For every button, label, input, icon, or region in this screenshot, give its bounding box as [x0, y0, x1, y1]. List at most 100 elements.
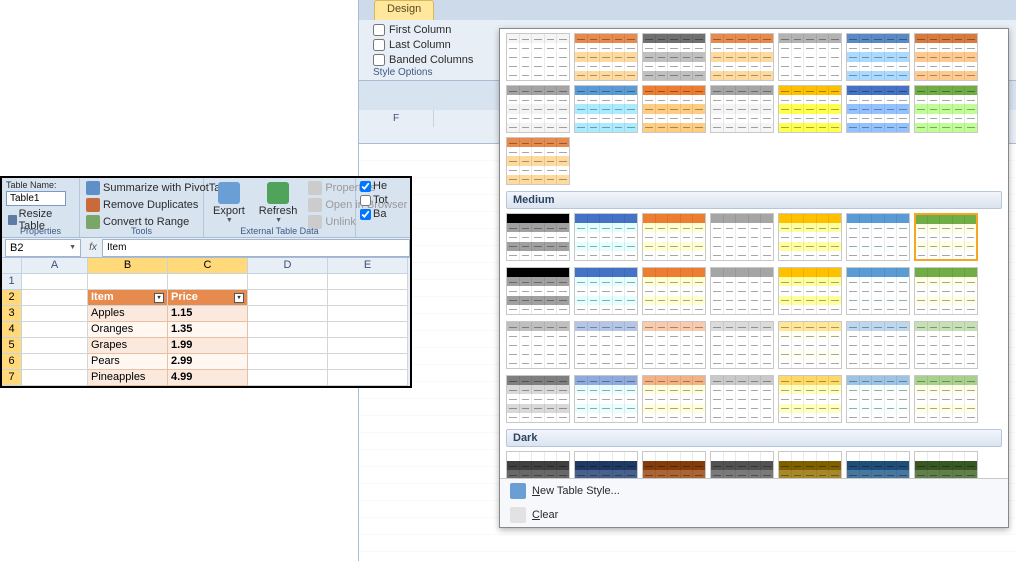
export-button[interactable]: Export▼ — [208, 180, 250, 226]
table-style-swatch[interactable] — [778, 451, 842, 478]
row-header[interactable]: 1 — [2, 274, 22, 290]
table-style-swatch[interactable] — [778, 321, 842, 369]
banded-columns-checkbox[interactable]: Banded Columns — [373, 54, 473, 66]
cell[interactable] — [248, 290, 328, 306]
table-cell[interactable]: Pears — [88, 354, 168, 370]
table-style-swatch[interactable] — [846, 33, 910, 81]
refresh-button[interactable]: Refresh▼ — [254, 180, 303, 226]
name-box[interactable]: B2▼ — [5, 239, 81, 257]
table-style-swatch[interactable] — [574, 85, 638, 133]
row-header[interactable]: 5 — [2, 338, 22, 354]
cell[interactable] — [22, 386, 88, 388]
cell[interactable] — [328, 322, 408, 338]
cell[interactable] — [22, 338, 88, 354]
row-header[interactable]: 6 — [2, 354, 22, 370]
cell[interactable] — [22, 290, 88, 306]
last-column-checkbox[interactable]: Last Column — [373, 39, 473, 51]
table-style-swatch[interactable] — [846, 451, 910, 478]
table-style-swatch[interactable] — [506, 451, 570, 478]
table-style-swatch[interactable] — [846, 375, 910, 423]
cell[interactable] — [328, 386, 408, 388]
table-style-swatch[interactable] — [846, 213, 910, 261]
cell[interactable] — [248, 306, 328, 322]
cell[interactable] — [328, 370, 408, 386]
table-cell[interactable]: 1.15 — [168, 306, 248, 322]
table-style-swatch[interactable] — [710, 213, 774, 261]
cell[interactable] — [22, 370, 88, 386]
table-style-swatch[interactable] — [710, 375, 774, 423]
table-style-swatch[interactable] — [914, 375, 978, 423]
table-cell[interactable]: Grapes — [88, 338, 168, 354]
table-cell[interactable]: 4.99 — [168, 370, 248, 386]
column-header[interactable]: A — [22, 258, 88, 274]
cell[interactable] — [248, 370, 328, 386]
column-header[interactable]: F — [359, 110, 434, 127]
table-style-swatch[interactable] — [778, 85, 842, 133]
cell[interactable] — [248, 274, 328, 290]
table-style-swatch[interactable] — [574, 321, 638, 369]
banded-rows-checkbox[interactable]: Ba — [360, 208, 386, 220]
new-table-style-button[interactable]: NNew Table Style...ew Table Style... — [500, 479, 1008, 503]
first-column-checkbox[interactable]: First Column — [373, 24, 473, 36]
tab-design[interactable]: Design — [374, 0, 434, 20]
column-header[interactable]: E — [328, 258, 408, 274]
cell[interactable] — [22, 322, 88, 338]
cell[interactable] — [248, 386, 328, 388]
table-style-swatch[interactable] — [506, 267, 570, 315]
cell[interactable] — [22, 274, 88, 290]
table-style-swatch[interactable] — [642, 375, 706, 423]
fx-icon[interactable]: fx — [84, 242, 102, 253]
select-all-corner[interactable] — [2, 258, 22, 274]
header-row-checkbox[interactable]: He — [360, 180, 387, 192]
table-style-swatch[interactable] — [846, 321, 910, 369]
table-cell[interactable]: Oranges — [88, 322, 168, 338]
table-style-swatch[interactable] — [506, 321, 570, 369]
filter-dropdown-icon[interactable]: ▾ — [234, 293, 244, 303]
table-style-swatch[interactable] — [642, 451, 706, 478]
table-header-cell[interactable]: Item▾ — [88, 290, 168, 306]
clear-style-button[interactable]: CClearlear — [500, 503, 1008, 527]
table-style-swatch[interactable] — [778, 33, 842, 81]
table-style-swatch[interactable] — [846, 267, 910, 315]
table-style-swatch[interactable] — [574, 375, 638, 423]
total-row-checkbox[interactable]: Tot — [360, 194, 388, 206]
table-style-swatch[interactable] — [778, 267, 842, 315]
table-style-swatch[interactable] — [914, 85, 978, 133]
table-style-swatch[interactable] — [710, 85, 774, 133]
table-style-swatch[interactable] — [710, 321, 774, 369]
row-header[interactable]: 7 — [2, 370, 22, 386]
table-style-swatch[interactable] — [506, 85, 570, 133]
table-style-swatch[interactable] — [914, 321, 978, 369]
table-style-swatch[interactable] — [710, 33, 774, 81]
column-header[interactable]: C — [168, 258, 248, 274]
table-style-swatch[interactable] — [574, 213, 638, 261]
table-cell[interactable]: 1.35 — [168, 322, 248, 338]
remove-duplicates-button[interactable]: Remove Duplicates — [84, 197, 200, 213]
table-style-swatch[interactable] — [846, 85, 910, 133]
row-header[interactable]: 2 — [2, 290, 22, 306]
table-style-swatch[interactable] — [642, 213, 706, 261]
cell[interactable] — [168, 386, 248, 388]
table-cell[interactable]: Apples — [88, 306, 168, 322]
filter-dropdown-icon[interactable]: ▾ — [154, 293, 164, 303]
cell[interactable] — [88, 274, 168, 290]
table-style-swatch[interactable] — [642, 33, 706, 81]
table-style-swatch[interactable] — [506, 137, 570, 185]
formula-input[interactable]: Item — [102, 239, 410, 257]
table-style-swatch[interactable] — [914, 267, 978, 315]
cell[interactable] — [248, 338, 328, 354]
table-style-swatch[interactable] — [506, 375, 570, 423]
table-style-swatch[interactable] — [506, 33, 570, 81]
table-style-swatch[interactable] — [710, 451, 774, 478]
cell[interactable] — [328, 290, 408, 306]
cell[interactable] — [22, 306, 88, 322]
table-cell[interactable]: 1.99 — [168, 338, 248, 354]
table-style-swatch[interactable] — [574, 33, 638, 81]
cell[interactable] — [328, 354, 408, 370]
spreadsheet[interactable]: ABCDE12Item▾Price▾3Apples1.154Oranges1.3… — [2, 258, 410, 388]
table-style-swatch[interactable] — [778, 375, 842, 423]
table-style-swatch[interactable] — [914, 213, 978, 261]
table-style-swatch[interactable] — [642, 267, 706, 315]
gallery-scroll[interactable]: Medium Dark — [500, 29, 1008, 478]
table-style-swatch[interactable] — [778, 213, 842, 261]
